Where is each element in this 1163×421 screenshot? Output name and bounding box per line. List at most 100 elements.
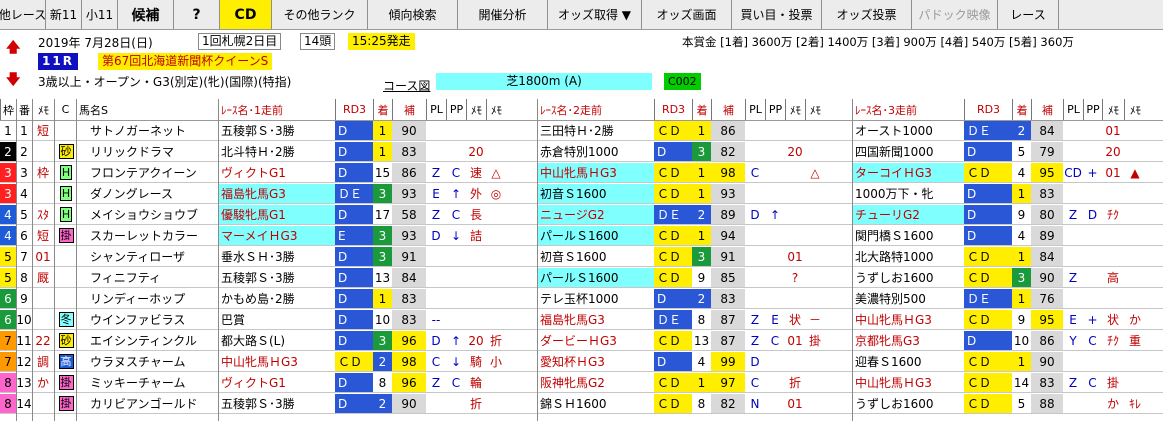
toolbar-button[interactable]: オッズ投票 <box>822 0 912 29</box>
run-rd: ＣＤ <box>654 373 692 392</box>
run-m1 <box>1102 184 1124 203</box>
toolbar-button[interactable]: ? <box>174 0 220 29</box>
run-m1: 01 <box>1105 165 1121 180</box>
run-rd: ＣＤ <box>964 394 1012 413</box>
run-m1: ? <box>791 270 799 285</box>
table-row[interactable]: 6 10 冬ウインファビラス 巴賞 D 10 83 -- 福島牝馬G3 ＤＥ 8 87 Z E 状－中山牝馬… <box>0 310 1163 330</box>
table-row[interactable]: 2 2 砂リリックドラマ 北斗特Ｈ･2勝 D 1 83 20 赤倉特別1000 D 3 82 20 四国新… <box>0 142 1163 162</box>
c-badge: H <box>59 207 73 222</box>
run-chaku: 14 <box>1013 375 1030 390</box>
run-m2: △ <box>491 165 501 180</box>
run-chaku: 2 <box>692 289 711 308</box>
run-race: 優駿牝馬G1 <box>218 205 335 224</box>
run-pp <box>765 142 785 161</box>
run-chaku: 2 <box>692 205 711 224</box>
run-pl <box>1063 226 1083 245</box>
run-pp <box>446 268 466 287</box>
run-rd: D <box>335 163 373 182</box>
run-pl <box>426 247 446 266</box>
table-row[interactable]: 3 3 枠 H フロンテアクイーン ヴィクトG1 D 15 86 Z C 速 △ 中山牝馬ＨG3 ＣＤ 1 98… <box>0 163 1163 183</box>
horse-name: ミッキーチャーム <box>90 376 186 390</box>
toolbar-button[interactable]: その他ランク <box>272 0 368 29</box>
table-row[interactable]: 5 8 厩フィニフティ 五稜郭Ｓ･3勝 D 13 84 パールＳ1600 ＣＤ 9 85? うずしお1… <box>0 268 1163 288</box>
run-rd: ＣＤ <box>654 121 692 140</box>
run-ho: 87 <box>711 310 745 329</box>
run-pl: Y <box>1069 333 1077 348</box>
c-badge: 掛 <box>58 375 74 390</box>
run-pp <box>1083 394 1102 413</box>
toolbar-button[interactable]: 他レース <box>0 0 46 29</box>
run-rd: ＣＤ <box>964 247 1012 266</box>
run-race: 北斗特Ｈ･2勝 <box>218 142 335 161</box>
table-row[interactable]: 8 13 か掛ミッキーチャーム ヴィクトG1 D 8 96 Z C 輪阪神牝馬G2 ＣＤ 1 97 C 折中… <box>0 373 1163 393</box>
table-row[interactable]: 5 7 01 シャンティローザ 垂水ＳＨ･3勝 D 3 91 初音Ｓ1600 ＣＤ 3 91 01 北大路… <box>0 247 1163 267</box>
table-row[interactable]: 6 9 リンディーホップ かもめ島･2勝 D 1 83 テレ玉杯1000 D 2 83 美濃特別500… <box>0 289 1163 309</box>
run-m2: か <box>1128 313 1141 327</box>
horse-name: カリビアンゴールド <box>90 397 198 411</box>
run-m1: 20 <box>787 144 803 159</box>
toolbar-button[interactable]: 買い目・投票 <box>732 0 822 29</box>
run-rd: D <box>335 373 373 392</box>
run-chaku: 13 <box>693 333 710 348</box>
ban-cell: 2 <box>20 144 28 159</box>
up-arrow-icon[interactable]: 🡅 <box>6 37 20 61</box>
run-pp: ↑ <box>450 333 462 348</box>
toolbar-button[interactable]: 新11 <box>46 0 82 29</box>
toolbar-button[interactable]: 候補 <box>118 0 174 29</box>
run-race: ターコイＨG3 <box>852 163 964 182</box>
run-chaku: 3 <box>692 247 711 266</box>
table-row[interactable]: 1 1 短サトノガーネット 五稜郭Ｓ･3勝 D 1 90 三田特Ｈ･2勝 ＣＤ 1 86 オースト10… <box>0 121 1163 141</box>
run-pl: D <box>750 207 760 222</box>
run-pl: Z <box>750 333 760 348</box>
toolbar-button[interactable]: オッズ取得 ▼ <box>548 0 642 29</box>
table-row[interactable]: 4 5 ｽﾀ H メイショウショウブ 優駿牝馬G1 D 17 58 Z C 長ニュージG2 ＤＥ 2 89 D… <box>0 205 1163 225</box>
table-row[interactable]: 7 12 調高ウラヌスチャーム 中山牝馬ＨG3 ＣＤ 2 98 C ↓ 騎小愛知杯ＨG3 D 4 99 D… <box>0 352 1163 372</box>
table-row[interactable]: 8 14 掛カリビアンゴールド 五稜郭Ｓ･3勝 D 2 90 折錦ＳＨ1600 ＣＤ 8 82 N 01… <box>0 394 1163 414</box>
table-row[interactable]: 3 4 H ダノングレース 福島牝馬G3 ＤＥ 3 93 E ↑ 外 ◎ 初音Ｓ1600 ＣＤ 1 93 100… <box>0 184 1163 204</box>
run-pp <box>446 247 466 266</box>
column-divider <box>54 99 55 421</box>
toolbar-button[interactable]: 小11 <box>82 0 118 29</box>
run-m1 <box>785 205 805 224</box>
memo-cell <box>32 310 54 329</box>
toolbar-button[interactable]: 傾向検索 <box>368 0 458 29</box>
run-m2 <box>1124 289 1146 308</box>
table-row[interactable]: 7 11 22 砂エイシンティンクル 都大路Ｓ(L) D 3 96 D ↑ 20 折ダービーＨG3 ＣＤ… <box>0 331 1163 351</box>
run-rd: D <box>335 289 373 308</box>
table-row[interactable]: 4 6 短掛スカーレットカラー マーメイＨG3 E 3 93 D ↓ 詰パールＳ1600 ＣＤ 1 94… <box>0 226 1163 246</box>
run-rd: ＣＤ <box>654 163 692 182</box>
run-m1: 20 <box>468 144 484 159</box>
down-arrow-icon[interactable]: 🡇 <box>6 69 20 93</box>
run-pp: + <box>1087 312 1098 327</box>
run-m1: 速 <box>469 166 482 180</box>
run-m1: 状 <box>1106 313 1119 327</box>
run-pl <box>426 289 446 308</box>
toolbar-button[interactable]: オッズ画面 <box>642 0 732 29</box>
memo-cell: 短 <box>36 229 49 243</box>
run-pl <box>1063 247 1083 266</box>
run-rd: ＣＤ <box>964 373 1012 392</box>
run-pp <box>1083 184 1102 203</box>
run-pp: C <box>770 333 780 348</box>
c-badge: 高 <box>58 354 74 369</box>
run-pp <box>765 184 785 203</box>
c-cell: 高 <box>54 352 76 371</box>
run-ho: 79 <box>1031 142 1063 161</box>
waku-cell: 6 <box>0 310 16 329</box>
run-pl <box>1063 352 1083 371</box>
run-ho: 83 <box>711 289 745 308</box>
run-m1: ﾁｸ <box>1106 208 1119 222</box>
course-map-link[interactable]: コース図 <box>383 77 430 94</box>
run-pp <box>1083 289 1102 308</box>
toolbar-button[interactable]: CD <box>220 0 272 29</box>
run-pl <box>1063 184 1083 203</box>
toolbar-button[interactable]: 開催分析 <box>458 0 548 29</box>
run-ho: 76 <box>1031 289 1063 308</box>
run-ho: 95 <box>1031 310 1063 329</box>
run-race: 福島牝馬G3 <box>537 310 654 329</box>
run-ho: 91 <box>392 247 426 266</box>
run-chaku: 1 <box>373 121 392 140</box>
toolbar-button[interactable]: パドック映像 <box>912 0 998 29</box>
toolbar-button[interactable]: レース <box>998 0 1059 29</box>
run-pl <box>1063 394 1083 413</box>
